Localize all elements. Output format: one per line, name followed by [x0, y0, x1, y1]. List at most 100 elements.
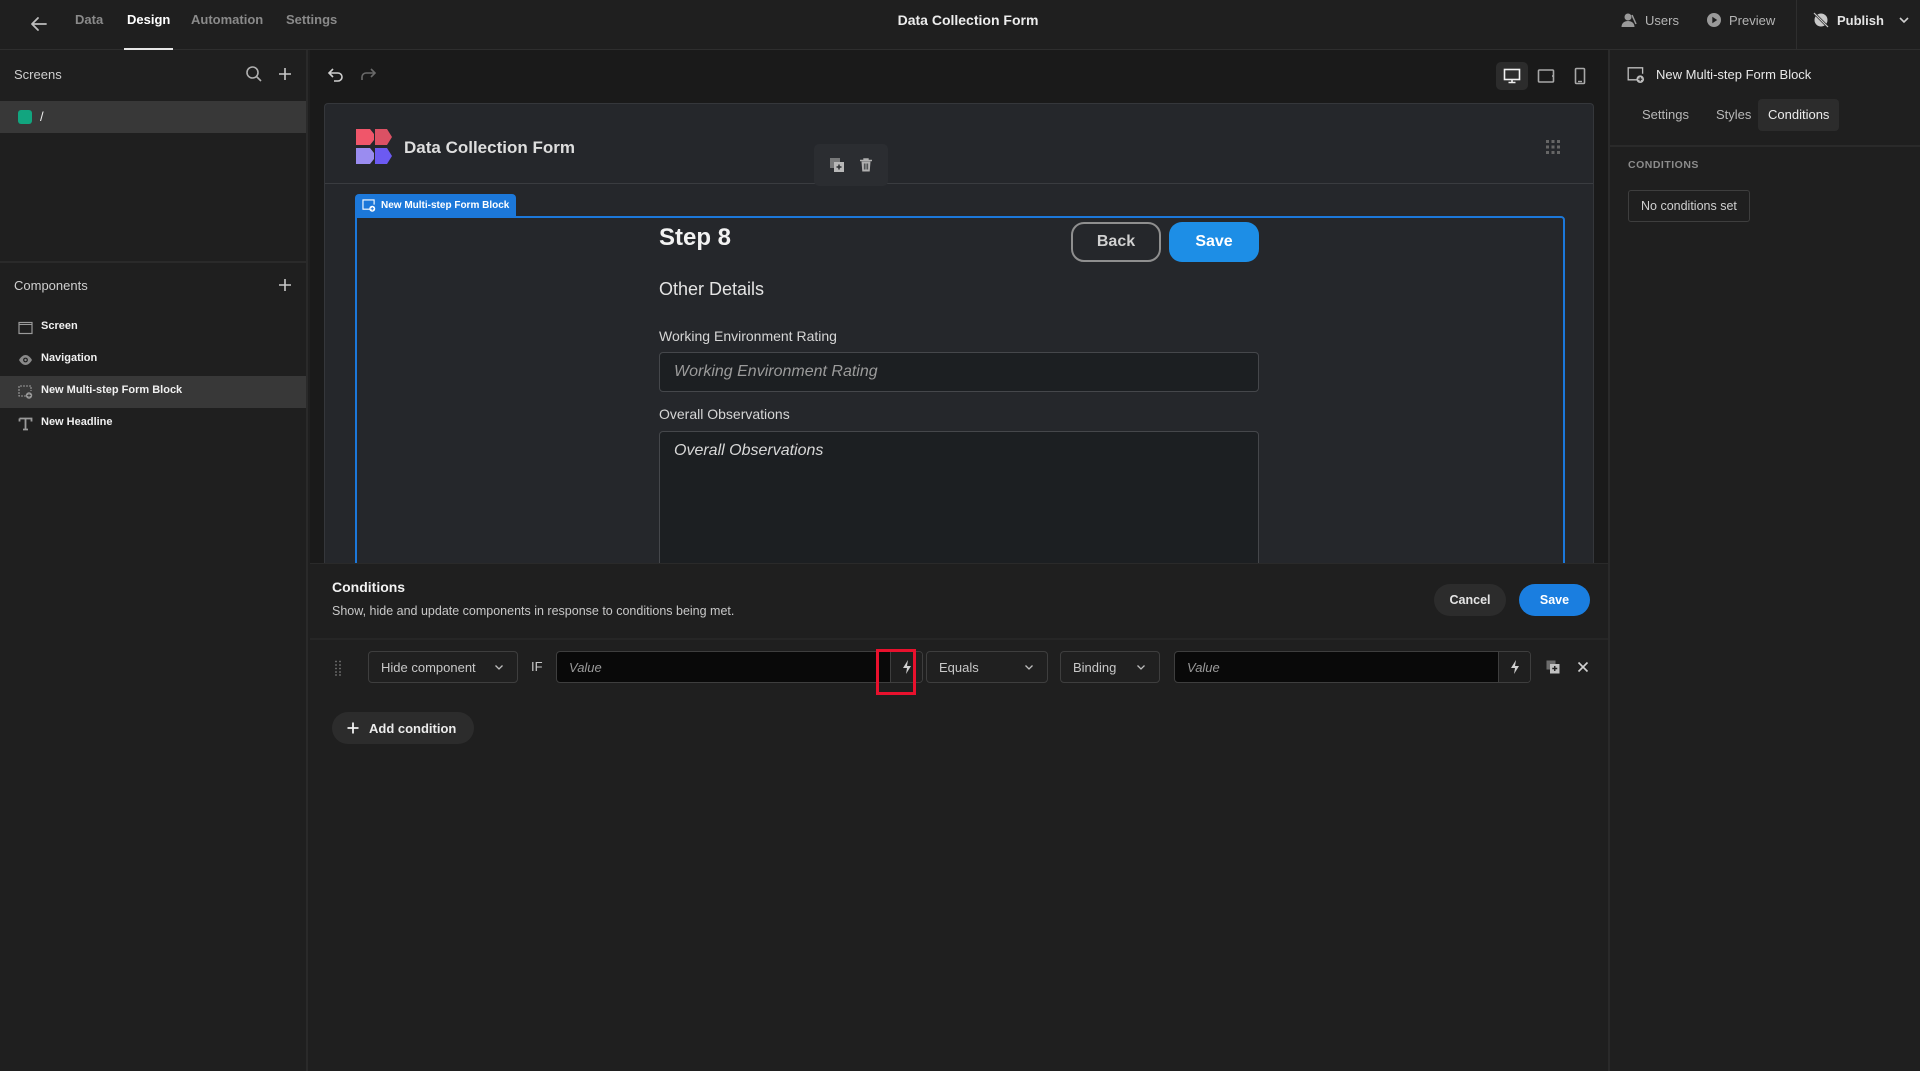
tab-component-settings[interactable]: Settings	[1632, 99, 1699, 131]
form-back-button[interactable]: Back	[1071, 222, 1161, 262]
screen-color-indicator	[18, 110, 32, 124]
screen-label: /	[40, 109, 44, 124]
tab-design[interactable]: Design	[123, 0, 174, 50]
screens-header: Screens	[14, 67, 62, 82]
operator-select-value: Equals	[939, 659, 979, 675]
add-condition-button[interactable]: Add condition	[332, 712, 475, 744]
desktop-icon	[1503, 68, 1521, 84]
plus-icon	[279, 68, 291, 80]
operator-select[interactable]: Equals	[926, 651, 1048, 683]
form-block-icon	[1627, 67, 1645, 84]
undo-icon	[327, 68, 343, 82]
conditions-drawer: Conditions Show, hide and update compone…	[310, 563, 1608, 1071]
cancel-button[interactable]: Cancel	[1434, 584, 1506, 616]
remove-condition-button[interactable]	[1573, 657, 1593, 677]
left-binding-button[interactable]	[890, 652, 922, 682]
value-type-select-value: Binding	[1073, 659, 1117, 675]
component-item-form-block[interactable]: New Multi-step Form Block	[0, 376, 306, 408]
tab-settings[interactable]: Settings	[286, 0, 337, 50]
close-icon	[1577, 661, 1589, 673]
sidebar-divider	[0, 261, 306, 263]
right-binding-button[interactable]	[1498, 652, 1530, 682]
form-block-icon	[362, 198, 376, 212]
component-item-screen[interactable]: Screen	[0, 312, 306, 344]
drawer-divider	[310, 638, 1608, 640]
tab-data[interactable]: Data	[75, 0, 103, 50]
desktop-view-button[interactable]	[1496, 62, 1528, 90]
publish-button[interactable]: Publish	[1812, 0, 1911, 40]
preview-button[interactable]: Preview	[1706, 0, 1775, 40]
working-environment-input[interactable]: Working Environment Rating	[659, 352, 1259, 392]
no-conditions-button[interactable]: No conditions set	[1628, 190, 1750, 222]
redo-button[interactable]	[358, 65, 378, 85]
left-value-field	[556, 651, 923, 683]
left-value-input[interactable]	[557, 652, 890, 682]
delete-component-button[interactable]	[857, 156, 875, 174]
users-icon	[1621, 13, 1637, 27]
design-canvas-area: Data Collection Form New Multi-step Form…	[310, 50, 1608, 1071]
field-label-working-environment: Working Environment Rating	[659, 328, 837, 344]
tab-component-styles[interactable]: Styles	[1706, 99, 1761, 131]
form-block-icon	[18, 385, 33, 399]
component-item-headline[interactable]: New Headline	[0, 408, 306, 440]
chevron-down-icon	[1025, 665, 1033, 670]
section-heading: Other Details	[659, 279, 765, 299]
component-label: Navigation	[41, 352, 98, 364]
selected-block-tag[interactable]: New Multi-step Form Block	[355, 194, 517, 216]
preview-label: Preview	[1729, 12, 1776, 28]
screen-item-root[interactable]: /	[0, 101, 306, 133]
search-icon	[246, 66, 262, 82]
components-header: Components	[14, 278, 88, 293]
users-button[interactable]: Users	[1620, 0, 1679, 40]
add-screen-button[interactable]	[275, 64, 295, 84]
action-select[interactable]: Hide component	[368, 651, 518, 683]
action-select-value: Hide component	[381, 659, 476, 675]
duplicate-icon	[1546, 660, 1560, 674]
left-sidebar: Screens / Components Screen Navigation N…	[0, 50, 308, 1071]
conditions-subtitle: Show, hide and update components in resp…	[332, 604, 735, 618]
add-component-button[interactable]	[275, 275, 295, 295]
plus-icon	[347, 722, 359, 734]
back-button[interactable]	[27, 12, 51, 36]
tab-automation[interactable]: Automation	[191, 0, 263, 50]
component-label: New Multi-step Form Block	[41, 384, 183, 396]
preview-header: Data Collection Form	[325, 104, 1593, 186]
field-label-observations: Overall Observations	[659, 406, 790, 422]
form-save-button[interactable]: Save	[1169, 222, 1259, 262]
component-toolbar	[814, 144, 888, 186]
duplicate-component-button[interactable]	[828, 156, 846, 174]
duplicate-condition-button[interactable]	[1543, 657, 1563, 677]
drag-grid-icon[interactable]	[1545, 139, 1561, 155]
tablet-view-button[interactable]	[1530, 62, 1562, 90]
publish-label: Publish	[1837, 12, 1884, 28]
lightning-bolt-icon	[902, 660, 911, 674]
tab-component-conditions[interactable]: Conditions	[1758, 99, 1840, 131]
screen-icon	[18, 321, 33, 335]
right-value-input[interactable]	[1175, 652, 1498, 682]
observations-textarea[interactable]: Overall Observations	[659, 431, 1259, 563]
publish-off-icon	[1813, 12, 1829, 28]
chevron-down-icon	[1137, 665, 1145, 670]
chevron-down-icon	[495, 665, 503, 670]
value-type-select[interactable]: Binding	[1060, 651, 1160, 683]
undo-button[interactable]	[326, 65, 346, 85]
text-icon	[18, 417, 33, 431]
plus-icon	[279, 279, 291, 291]
app-logo-icon	[356, 129, 392, 164]
drag-handle-icon[interactable]	[334, 660, 342, 676]
component-item-navigation[interactable]: Navigation	[0, 344, 306, 376]
component-label: New Headline	[41, 416, 113, 428]
preview-app-title: Data Collection Form	[404, 138, 575, 157]
top-bar: Data Design Automation Settings Data Col…	[0, 0, 1920, 50]
redo-icon	[361, 68, 377, 80]
search-screens-button[interactable]	[244, 64, 264, 84]
mobile-icon	[1574, 67, 1586, 85]
top-divider	[1796, 0, 1797, 50]
selected-component-name: New Multi-step Form Block	[1656, 67, 1812, 82]
lightning-bolt-icon	[1510, 660, 1519, 674]
if-label: IF	[531, 659, 543, 674]
conditions-title: Conditions	[332, 579, 406, 595]
add-condition-label: Add condition	[369, 720, 457, 736]
mobile-view-button[interactable]	[1564, 62, 1596, 90]
save-conditions-button[interactable]: Save	[1519, 584, 1590, 616]
